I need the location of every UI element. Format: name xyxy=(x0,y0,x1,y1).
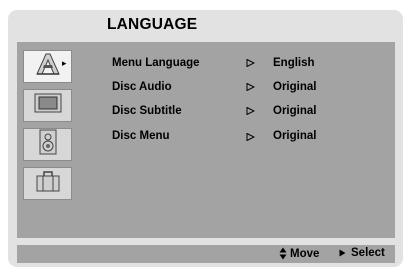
disc-subtitle-value[interactable]: Original xyxy=(273,105,316,117)
language-icon xyxy=(33,52,63,81)
arrow-right-icon xyxy=(246,133,255,141)
select-label: Select xyxy=(351,247,385,259)
disc-audio-label[interactable]: Disc Audio xyxy=(112,81,172,93)
select-hint: Select xyxy=(339,247,385,259)
page-title: LANGUAGE xyxy=(107,16,198,33)
disc-subtitle-label[interactable]: Disc Subtitle xyxy=(112,105,182,117)
disc-audio-value[interactable]: Original xyxy=(273,81,316,93)
arrow-right-icon xyxy=(246,83,255,91)
menu-language-label[interactable]: Menu Language xyxy=(112,57,200,69)
arrow-right-icon xyxy=(246,107,255,115)
disc-menu-value[interactable]: Original xyxy=(273,130,316,142)
disc-menu-label[interactable]: Disc Menu xyxy=(112,130,170,142)
tab-audio[interactable] xyxy=(23,128,72,161)
menu-language-value[interactable]: English xyxy=(273,57,315,69)
briefcase-icon xyxy=(34,169,62,198)
speaker-icon xyxy=(37,129,59,160)
tab-display[interactable] xyxy=(23,89,72,122)
move-hint: Move xyxy=(279,247,319,260)
sidebar xyxy=(17,42,96,238)
move-label: Move xyxy=(290,247,320,260)
selected-tab-indicator: ▸ xyxy=(62,58,67,68)
tv-icon xyxy=(33,92,63,119)
play-icon xyxy=(339,249,346,257)
up-down-icon xyxy=(279,247,287,260)
tab-other[interactable] xyxy=(23,167,72,200)
arrow-right-icon xyxy=(246,59,255,67)
